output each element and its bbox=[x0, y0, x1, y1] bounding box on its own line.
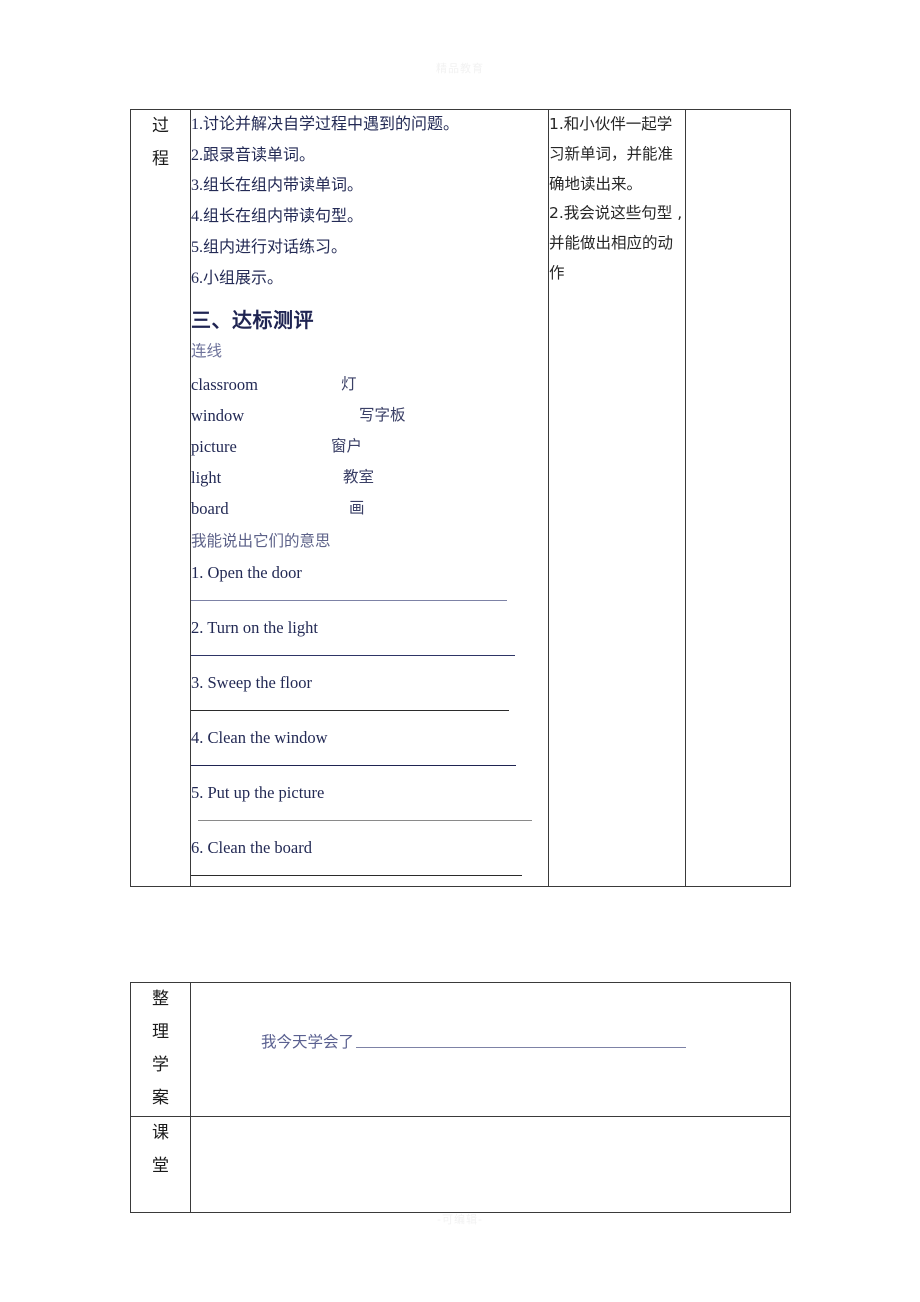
table-row-process: 过 程 1.讨论并解决自学过程中遇到的问题。 2.跟录音读单词。 3.组长在组内… bbox=[130, 108, 791, 888]
procedure-step: 6.小组展示。 bbox=[191, 269, 284, 287]
answer-blank-line[interactable] bbox=[191, 655, 515, 657]
row-label-char: 整 bbox=[152, 989, 169, 1009]
sentence-text: 2. Turn on the light bbox=[191, 618, 318, 638]
row-label-process: 过 程 bbox=[130, 108, 191, 888]
matching-english: classroom bbox=[191, 374, 258, 394]
row-label-char: 堂 bbox=[152, 1155, 169, 1176]
row-label-classroom: 课 堂 bbox=[130, 1115, 191, 1213]
notes-cell[interactable] bbox=[685, 108, 791, 888]
procedure-step: 2.跟录音读单词。 bbox=[191, 146, 316, 164]
row-label-char: 案 bbox=[152, 1088, 169, 1109]
lesson-plan-table: 过 程 1.讨论并解决自学过程中遇到的问题。 2.跟录音读单词。 3.组长在组内… bbox=[130, 108, 791, 888]
summary-prompt-group: 我今天学会了 bbox=[261, 1033, 687, 1051]
matching-exercise-label: 连线 bbox=[191, 342, 223, 361]
matching-english: window bbox=[191, 405, 245, 425]
row-label-char: 学 bbox=[152, 1055, 169, 1076]
sentence-exercise-item: 2. Turn on the light bbox=[191, 611, 548, 657]
watermark-top: 精品教育 bbox=[436, 62, 484, 75]
matching-chinese: 写字板 bbox=[359, 405, 406, 424]
document-page: 精品教育 过 程 1.讨论并解决自学过程中遇到的问题。 2.跟录音读单词。 3.… bbox=[0, 0, 920, 1302]
learning-aims-cell: 1.和小伙伴一起学习新单词，并能准确地读出来。 2.我会说这些句型 ,并能做出相… bbox=[548, 108, 686, 888]
matching-pair: window 写字板 bbox=[191, 400, 548, 431]
answer-blank-line[interactable] bbox=[191, 765, 516, 767]
sentence-exercise-item: 4. Clean the window bbox=[191, 721, 548, 767]
matching-english: board bbox=[191, 498, 229, 518]
matching-pair-list: classroom 灯 window 写字板 picture 窗户 light … bbox=[191, 369, 548, 524]
procedure-step: 5.组内进行对话练习。 bbox=[191, 238, 348, 256]
summary-content-cell: 我今天学会了 bbox=[190, 982, 791, 1117]
sentence-text: 3. Sweep the floor bbox=[191, 673, 312, 693]
matching-chinese: 灯 bbox=[341, 374, 357, 393]
matching-chinese: 窗户 bbox=[331, 436, 363, 455]
procedure-step-list: 1.讨论并解决自学过程中遇到的问题。 2.跟录音读单词。 3.组长在组内带读单词… bbox=[191, 110, 548, 294]
table-row-classroom: 课 堂 bbox=[130, 1115, 791, 1213]
process-content-cell: 1.讨论并解决自学过程中遇到的问题。 2.跟录音读单词。 3.组长在组内带读单词… bbox=[190, 108, 549, 888]
sentence-text: 1. Open the door bbox=[191, 563, 302, 583]
sentence-exercise-item: 6. Clean the board bbox=[191, 831, 548, 877]
procedure-step: 4.组长在组内带读句型。 bbox=[191, 208, 364, 226]
answer-blank-line[interactable] bbox=[191, 600, 507, 602]
sentence-text: 4. Clean the window bbox=[191, 728, 328, 748]
lesson-plan-table-lower: 整 理 学 案 我今天学会了 课 堂 bbox=[130, 982, 791, 1213]
row-label-char: 过 bbox=[152, 116, 169, 136]
matching-pair: classroom 灯 bbox=[191, 369, 548, 400]
matching-chinese: 教室 bbox=[343, 467, 375, 486]
sentence-text: 6. Clean the board bbox=[191, 838, 312, 858]
matching-pair: board 画 bbox=[191, 493, 548, 524]
table-row-summary: 整 理 学 案 我今天学会了 bbox=[130, 982, 791, 1117]
meaning-exercise-label: 我能说出它们的意思 bbox=[191, 531, 331, 550]
sentence-exercise-item: 1. Open the door bbox=[191, 556, 548, 602]
answer-blank-line[interactable] bbox=[191, 710, 509, 712]
learning-aim: 1.和小伙伴一起学习新单词，并能准确地读出来。 bbox=[549, 115, 674, 193]
summary-prompt-text: 我今天学会了 bbox=[261, 1033, 355, 1051]
matching-english: picture bbox=[191, 436, 237, 456]
learning-aim: 2.我会说这些句型 ,并能做出相应的动作 bbox=[549, 204, 683, 282]
sentence-exercise-item: 5. Put up the picture bbox=[191, 776, 548, 822]
row-label-char: 课 bbox=[152, 1122, 169, 1143]
matching-pair: light 教室 bbox=[191, 462, 548, 493]
summary-blank-line[interactable] bbox=[356, 1046, 687, 1048]
classroom-content-cell[interactable] bbox=[190, 1115, 791, 1213]
sentence-text: 5. Put up the picture bbox=[191, 783, 325, 803]
sentence-exercise-list: 1. Open the door 2. Turn on the light 3.… bbox=[191, 556, 548, 877]
matching-pair: picture 窗户 bbox=[191, 431, 548, 462]
row-label-char: 理 bbox=[152, 1022, 169, 1043]
answer-blank-line[interactable] bbox=[198, 820, 532, 822]
row-label-summary: 整 理 学 案 bbox=[130, 982, 191, 1117]
row-label-char: 程 bbox=[152, 149, 169, 170]
procedure-step: 1.讨论并解决自学过程中遇到的问题。 bbox=[191, 116, 460, 133]
matching-english: light bbox=[191, 467, 222, 487]
answer-blank-line[interactable] bbox=[191, 875, 522, 877]
watermark-bottom: -可编辑- bbox=[437, 1213, 483, 1226]
section-heading: 三、达标测评 bbox=[191, 308, 314, 333]
learning-aims-text: 1.和小伙伴一起学习新单词，并能准确地读出来。 2.我会说这些句型 ,并能做出相… bbox=[549, 110, 685, 289]
sentence-exercise-item: 3. Sweep the floor bbox=[191, 666, 548, 712]
procedure-step: 3.组长在组内带读单词。 bbox=[191, 177, 364, 195]
matching-chinese: 画 bbox=[349, 498, 365, 517]
